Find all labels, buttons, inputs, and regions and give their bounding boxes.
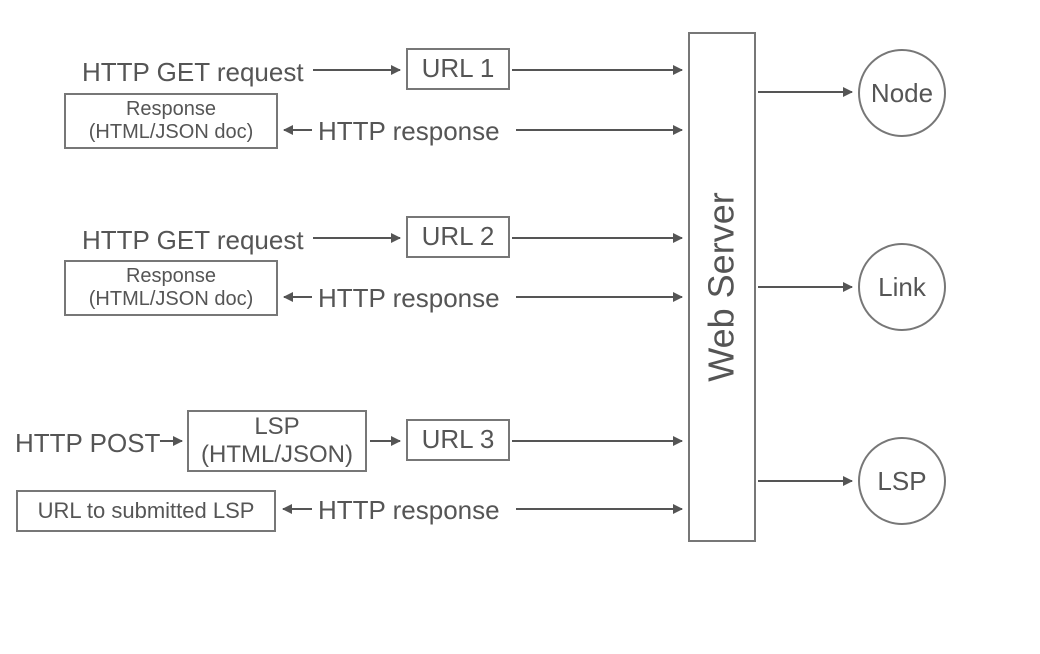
label-http-response-1: HTTP response — [318, 116, 500, 147]
label-http-get-2: HTTP GET request — [82, 225, 304, 256]
box-response-2: Response (HTML/JSON doc) — [64, 260, 278, 316]
label-node: Node — [871, 78, 933, 109]
label-lsp: LSP — [877, 466, 926, 497]
box-response-2-line1: Response — [89, 265, 253, 288]
box-response-1: Response (HTML/JSON doc) — [64, 93, 278, 149]
box-response-2-line2: (HTML/JSON doc) — [89, 288, 253, 311]
box-response-1-line2: (HTML/JSON doc) — [89, 121, 253, 144]
label-http-response-2: HTTP response — [318, 283, 500, 314]
label-link: Link — [878, 272, 926, 303]
label-submitted-url: URL to submitted LSP — [38, 498, 255, 523]
box-url-1: URL 1 — [406, 48, 510, 90]
circle-link: Link — [858, 243, 946, 331]
box-url-2: URL 2 — [406, 216, 510, 258]
box-lsp-payload: LSP (HTML/JSON) — [187, 410, 367, 472]
label-web-server: Web Server — [701, 192, 743, 381]
label-http-post: HTTP POST — [15, 428, 160, 459]
label-http-get-1: HTTP GET request — [82, 57, 304, 88]
label-http-response-3: HTTP response — [318, 495, 500, 526]
box-url-3: URL 3 — [406, 419, 510, 461]
label-url-2: URL 2 — [422, 222, 495, 252]
diagram-stage: HTTP GET request HTTP GET request HTTP P… — [0, 0, 1040, 654]
box-web-server: Web Server — [688, 32, 756, 542]
label-url-1: URL 1 — [422, 54, 495, 84]
circle-node: Node — [858, 49, 946, 137]
circle-lsp: LSP — [858, 437, 946, 525]
box-lsp-line2: (HTML/JSON) — [201, 441, 353, 469]
box-response-1-line1: Response — [89, 98, 253, 121]
box-submitted-url: URL to submitted LSP — [16, 490, 276, 532]
box-lsp-line1: LSP — [201, 413, 353, 441]
label-url-3: URL 3 — [422, 425, 495, 455]
